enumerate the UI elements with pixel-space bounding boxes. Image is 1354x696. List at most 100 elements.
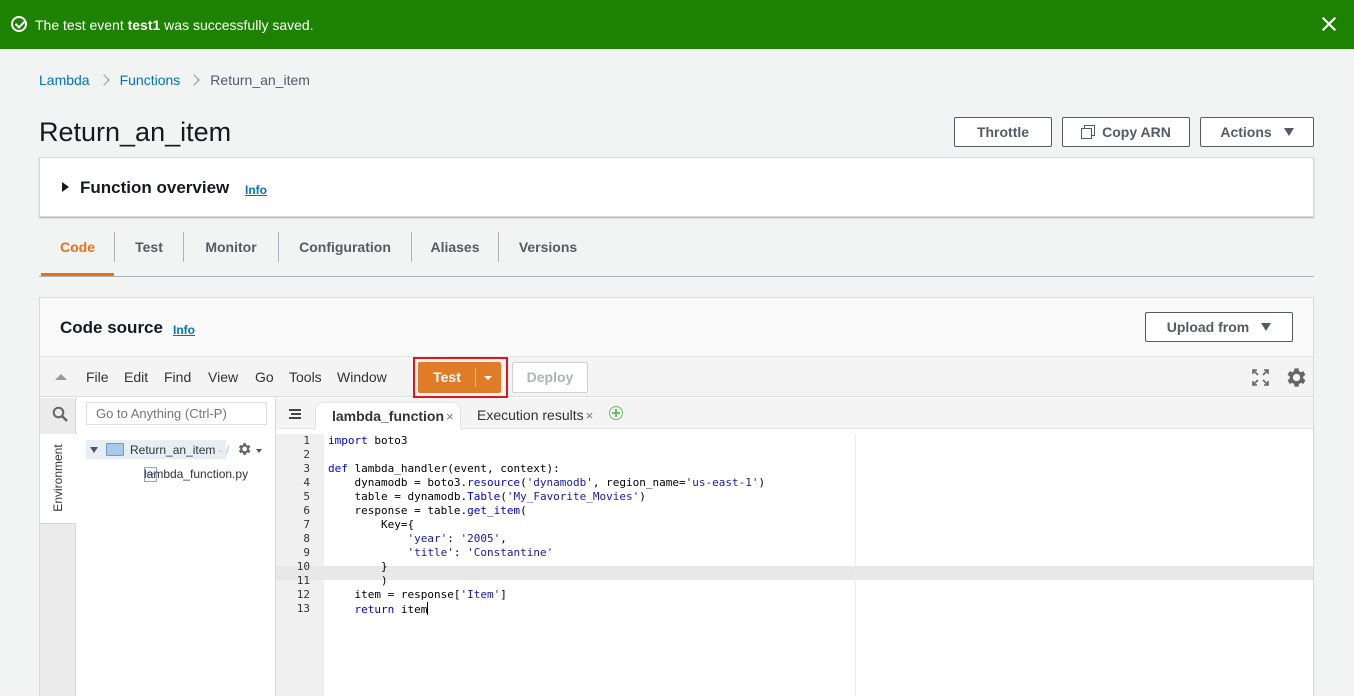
test-dropdown-caret-icon[interactable] [484, 376, 492, 380]
caret-down-icon [1261, 323, 1272, 331]
split-divider [475, 368, 476, 387]
goto-anything-input[interactable] [86, 402, 267, 425]
breadcrumb-lambda[interactable]: Lambda [39, 72, 90, 88]
throttle-button[interactable]: Throttle [954, 117, 1052, 147]
ide-sidebar: Environment [40, 398, 76, 696]
expand-triangle-icon[interactable] [62, 182, 69, 192]
fullscreen-icon[interactable] [1252, 369, 1269, 386]
code-line: def lambda_handler(event, context): [328, 462, 560, 475]
code-line: 'year': '2005', [407, 532, 507, 545]
code-line: table = dynamodb.Table('My_Favorite_Movi… [328, 490, 646, 503]
editor-tab-execution-results[interactable]: Execution results × [461, 402, 603, 430]
function-overview-panel[interactable]: Function overview Info [39, 157, 1314, 217]
notification-message: The test event test1 was successfully sa… [35, 17, 314, 33]
menu-file[interactable]: File [86, 369, 109, 385]
editor-tab-label: Execution results [477, 407, 584, 423]
actions-label: Actions [1220, 124, 1272, 140]
environment-tab-label: Environment [51, 444, 65, 512]
tab-monitor[interactable]: Monitor [184, 229, 278, 276]
menu-find[interactable]: Find [164, 369, 191, 385]
close-icon[interactable] [1318, 13, 1340, 35]
copy-arn-button[interactable]: Copy ARN [1062, 117, 1190, 147]
page-title: Return_an_item [39, 117, 232, 147]
overview-info-link[interactable]: Info [245, 183, 267, 197]
caret-down-icon [1283, 128, 1294, 136]
folder-icon [106, 443, 124, 456]
tab-bar: Code Test Monitor Configuration Aliases … [39, 229, 1314, 277]
line-number: 12 [296, 588, 310, 601]
line-number: 6 [303, 504, 310, 517]
tab-code[interactable]: Code [41, 229, 114, 276]
code-line: import boto3 [328, 434, 408, 447]
line-number: 3 [303, 462, 310, 475]
code-line: dynamodb = boto3.resource('dynamodb', re… [328, 476, 766, 489]
code-source-title: Code source [60, 318, 163, 337]
code-editor[interactable]: lambda_function × Execution results × 1 2 … [276, 398, 1313, 696]
close-tab-icon[interactable]: × [586, 408, 594, 423]
test-button-label: Test [433, 369, 461, 385]
tab-list-icon[interactable] [289, 409, 301, 419]
code-line: Key={ [328, 518, 415, 531]
line-number: 11 [296, 574, 310, 587]
gear-caret-icon[interactable] [256, 449, 262, 453]
copy-icon [1081, 125, 1096, 139]
menu-go[interactable]: Go [255, 369, 274, 385]
gear-icon[interactable] [236, 441, 252, 457]
menu-window[interactable]: Window [337, 369, 387, 385]
chevron-right-icon [97, 74, 110, 86]
throttle-label: Throttle [976, 124, 1030, 140]
line-number: 2 [303, 448, 310, 461]
tab-versions[interactable]: Versions [499, 229, 597, 276]
code-line: } [328, 560, 388, 573]
tab-aliases[interactable]: Aliases [412, 229, 498, 276]
breadcrumb-current: Return_an_item [210, 72, 310, 88]
actions-button[interactable]: Actions [1200, 117, 1314, 147]
line-number: 5 [303, 490, 310, 503]
breadcrumb-functions[interactable]: Functions [120, 72, 181, 88]
folder-row[interactable]: Return_an_item - / [86, 440, 230, 459]
deploy-button[interactable]: Deploy [512, 362, 588, 393]
success-check-icon [11, 16, 27, 32]
menu-tools[interactable]: Tools [289, 369, 322, 385]
code-source-header: Code source Info [40, 298, 1313, 356]
upload-from-button[interactable]: Upload from [1145, 312, 1293, 342]
collapse-up-icon[interactable] [55, 374, 67, 380]
ide-toolbar: File Edit Find View Go Tools Window Test… [40, 356, 1313, 398]
code-line: item = response['Item'] [328, 588, 507, 601]
line-number: 1 [303, 434, 310, 447]
line-number: 7 [303, 518, 310, 531]
close-tab-icon[interactable]: × [446, 409, 454, 424]
file-tree: Return_an_item - / lambda_function.py [76, 398, 276, 696]
function-overview-title[interactable]: Function overview [80, 178, 229, 198]
folder-label: Return_an_item - / [130, 443, 230, 457]
breadcrumb: Lambda Functions Return_an_item [39, 72, 310, 88]
line-number: 4 [303, 476, 310, 489]
add-tab-icon[interactable] [609, 406, 623, 420]
test-button[interactable]: Test [418, 362, 501, 393]
editor-tab-bar: lambda_function × Execution results × [276, 398, 1313, 430]
code-source-panel: Code source Info File Edit Find View Go … [39, 297, 1314, 696]
success-notification: The test event test1 was successfully sa… [0, 0, 1354, 49]
settings-gear-icon[interactable] [1283, 365, 1308, 390]
code-lines[interactable]: import boto3 def lambda_handler(event, c… [324, 434, 1313, 696]
line-number: 8 [303, 532, 310, 545]
line-number: 10 [296, 560, 310, 573]
chevron-right-icon [188, 74, 200, 86]
code-line: 'title': 'Constantine' [407, 546, 554, 559]
expand-triangle-icon[interactable] [90, 447, 98, 453]
code-line: response = table.get_item( [328, 504, 527, 517]
code-source-info-link[interactable]: Info [173, 323, 195, 337]
text-cursor [427, 602, 429, 615]
environment-tab[interactable]: Environment [40, 434, 76, 524]
editor-tab-lambda-function[interactable]: lambda_function × [315, 402, 461, 430]
tab-configuration[interactable]: Configuration [279, 229, 411, 276]
tab-test[interactable]: Test [115, 229, 183, 276]
code-line: return item [354, 602, 429, 616]
menu-view[interactable]: View [208, 369, 238, 385]
editor-tab-label: lambda_function [332, 408, 445, 424]
menu-edit[interactable]: Edit [124, 369, 148, 385]
search-icon[interactable] [52, 406, 68, 422]
copy-arn-label: Copy ARN [1102, 124, 1171, 140]
upload-from-label: Upload from [1166, 319, 1250, 335]
line-number: 13 [296, 602, 310, 615]
